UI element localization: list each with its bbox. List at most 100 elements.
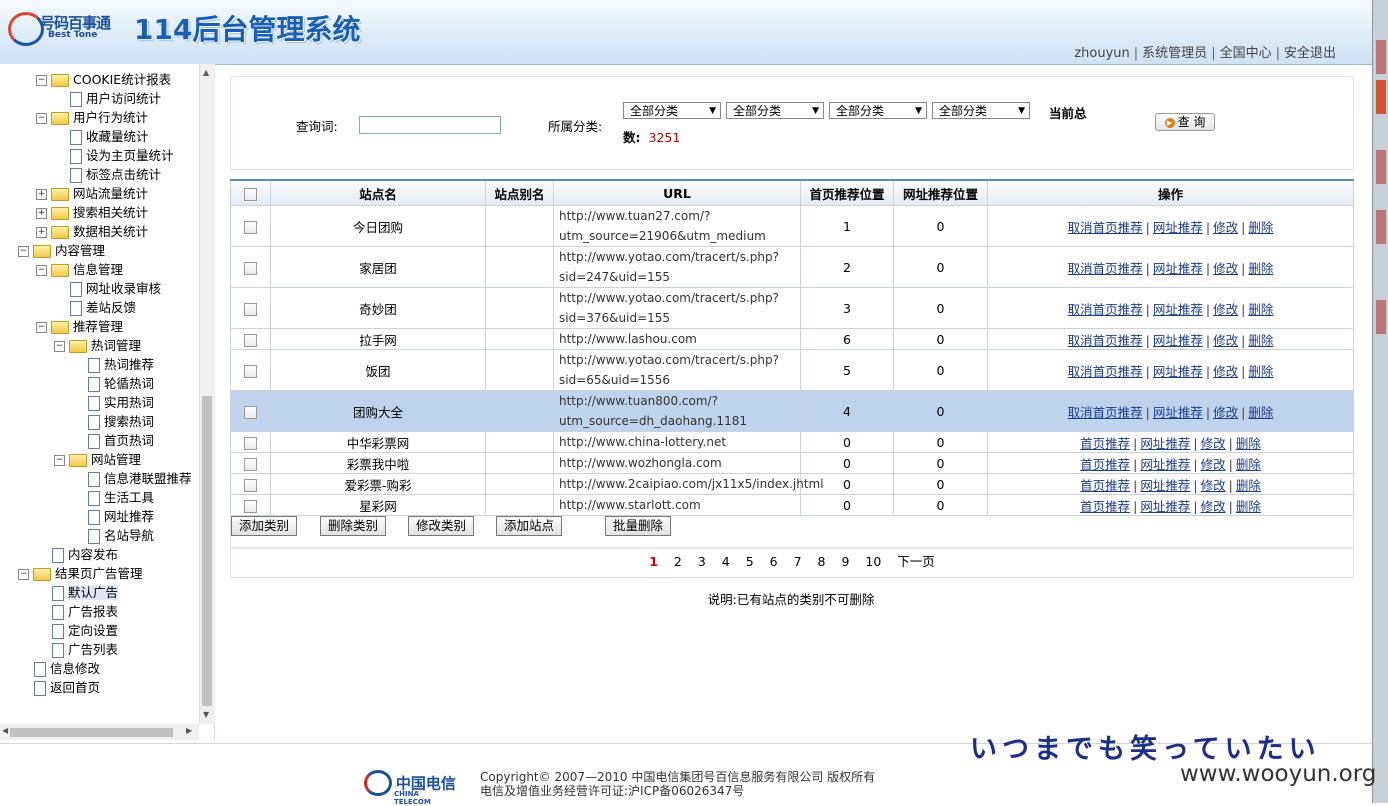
home-recommend-link[interactable]: 首页推荐 (1080, 478, 1130, 493)
home-recommend-link[interactable]: 取消首页推荐 (1068, 333, 1143, 348)
edit-link[interactable]: 修改 (1201, 436, 1226, 451)
next-page-link[interactable]: 下一页 (897, 554, 935, 569)
logout-link[interactable]: 安全退出 (1284, 46, 1336, 61)
query-button[interactable]: ▶ 查 询 (1155, 113, 1215, 131)
page-4[interactable]: 4 (722, 554, 730, 569)
delete-link[interactable]: 删除 (1248, 333, 1273, 348)
page-6[interactable]: 6 (770, 554, 778, 569)
tree-node-targeting[interactable]: 定向设置 (52, 621, 118, 640)
tree-node-famous-sites[interactable]: 名站导航 (88, 526, 154, 545)
row-select-cell[interactable] (230, 287, 271, 329)
tree-node-hotword-mgmt[interactable]: − 热词管理 (54, 336, 141, 355)
home-recommend-link[interactable]: 取消首页推荐 (1068, 261, 1143, 276)
row-select-cell[interactable] (230, 328, 271, 350)
row-checkbox[interactable] (244, 478, 257, 492)
tree-node-hotword-recommend[interactable]: 热词推荐 (88, 355, 154, 374)
tree-node-site-mgmt[interactable]: − 网站管理 (54, 450, 141, 469)
url-recommend-link[interactable]: 网址推荐 (1140, 436, 1190, 451)
row-select-cell[interactable] (230, 246, 271, 288)
url-recommend-link[interactable]: 网址推荐 (1153, 220, 1203, 235)
url-recommend-link[interactable]: 网址推荐 (1140, 499, 1190, 514)
row-checkbox[interactable] (244, 457, 257, 471)
delete-link[interactable]: 删除 (1248, 364, 1273, 379)
url-recommend-link[interactable]: 网址推荐 (1140, 478, 1190, 493)
tree-node-bad-site-feedback[interactable]: 差站反馈 (70, 298, 136, 317)
tree-node-tag-click[interactable]: 标签点击统计 (70, 165, 161, 184)
edit-link[interactable]: 修改 (1213, 405, 1238, 420)
page-5[interactable]: 5 (746, 554, 754, 569)
edit-link[interactable]: 修改 (1213, 302, 1238, 317)
home-recommend-link[interactable]: 取消首页推荐 (1068, 364, 1143, 379)
delete-link[interactable]: 删除 (1248, 261, 1273, 276)
tree-node-recommend-mgmt[interactable]: − 推荐管理 (36, 317, 123, 336)
tree-node-ad-list[interactable]: 广告列表 (52, 640, 118, 659)
tree-node-practical-hotword[interactable]: 实用热词 (88, 393, 154, 412)
row-checkbox[interactable] (244, 261, 257, 275)
tree-node-search-stats[interactable]: + 搜索相关统计 (36, 203, 148, 222)
tree-node-info-edit[interactable]: 信息修改 (34, 659, 100, 678)
row-checkbox[interactable] (244, 499, 257, 513)
row-select-cell[interactable] (230, 390, 271, 432)
page-8[interactable]: 8 (818, 554, 826, 569)
row-select-cell[interactable] (230, 473, 271, 495)
select-all-cell[interactable] (230, 179, 271, 206)
page-10[interactable]: 10 (865, 554, 881, 569)
home-recommend-link[interactable]: 首页推荐 (1080, 499, 1130, 514)
scroll-down-arrow-icon[interactable]: ▼ (203, 710, 209, 719)
scroll-thumb[interactable] (10, 728, 173, 737)
tree-node-favorites[interactable]: 收藏量统计 (70, 127, 149, 146)
tree-node-life-tools[interactable]: 生活工具 (88, 488, 154, 507)
row-checkbox[interactable] (244, 333, 257, 347)
tree-node-data-stats[interactable]: + 数据相关统计 (36, 222, 148, 241)
add-site-button[interactable]: 添加站点 (496, 516, 563, 536)
page-3[interactable]: 3 (698, 554, 706, 569)
edit-link[interactable]: 修改 (1213, 364, 1238, 379)
home-recommend-link[interactable]: 取消首页推荐 (1068, 302, 1143, 317)
tree-node-search-hotword[interactable]: 搜索热词 (88, 412, 154, 431)
tree-node-user-visit[interactable]: 用户访问统计 (70, 89, 161, 108)
page-9[interactable]: 9 (841, 554, 849, 569)
add-category-button[interactable]: 添加类别 (231, 516, 298, 536)
tree-node-homepage-set[interactable]: 设为主页量统计 (70, 146, 174, 165)
category-select-1[interactable]: 全部分类 ▼ (623, 102, 721, 119)
delete-link[interactable]: 删除 (1248, 220, 1273, 235)
tree-node-rotating-hotword[interactable]: 轮循热词 (88, 374, 154, 393)
edit-link[interactable]: 修改 (1201, 499, 1226, 514)
delete-link[interactable]: 删除 (1248, 302, 1273, 317)
edit-link[interactable]: 修改 (1213, 220, 1238, 235)
url-recommend-link[interactable]: 网址推荐 (1153, 333, 1203, 348)
page-7[interactable]: 7 (794, 554, 802, 569)
row-checkbox[interactable] (244, 364, 257, 378)
tree-node-site-traffic[interactable]: + 网站流量统计 (36, 184, 148, 203)
row-select-cell[interactable] (230, 452, 271, 474)
tree-node-result-ad-mgmt[interactable]: − 结果页广告管理 (18, 564, 143, 583)
category-select-2[interactable]: 全部分类 ▼ (726, 102, 824, 119)
category-select-3[interactable]: 全部分类 ▼ (829, 102, 927, 119)
home-recommend-link[interactable]: 首页推荐 (1080, 436, 1130, 451)
keyword-input[interactable] (359, 116, 501, 134)
url-recommend-link[interactable]: 网址推荐 (1153, 405, 1203, 420)
delete-link[interactable]: 删除 (1236, 478, 1261, 493)
row-checkbox[interactable] (244, 436, 257, 450)
edit-link[interactable]: 修改 (1201, 478, 1226, 493)
delete-category-button[interactable]: 删除类别 (320, 516, 387, 536)
delete-link[interactable]: 删除 (1248, 405, 1273, 420)
tree-node-ad-report[interactable]: 广告报表 (52, 602, 118, 621)
scroll-left-arrow-icon[interactable]: ◀ (2, 726, 8, 735)
tree-node-content-mgmt[interactable]: − 内容管理 (18, 241, 105, 260)
row-select-cell[interactable] (230, 431, 271, 453)
url-recommend-link[interactable]: 网址推荐 (1153, 302, 1203, 317)
url-recommend-link[interactable]: 网址推荐 (1140, 457, 1190, 472)
home-recommend-link[interactable]: 取消首页推荐 (1068, 405, 1143, 420)
delete-link[interactable]: 删除 (1236, 499, 1261, 514)
tree-node-back-home[interactable]: 返回首页 (34, 678, 100, 697)
tree-node-content-publish[interactable]: 内容发布 (52, 545, 118, 564)
tree-node-home-hotword[interactable]: 首页热词 (88, 431, 154, 450)
tree-node-cookie-report[interactable]: − COOKIE统计报表 (36, 70, 171, 89)
edit-link[interactable]: 修改 (1213, 261, 1238, 276)
scroll-thumb[interactable] (202, 396, 212, 706)
category-select-4[interactable]: 全部分类 ▼ (932, 102, 1030, 119)
home-recommend-link[interactable]: 首页推荐 (1080, 457, 1130, 472)
row-checkbox[interactable] (244, 302, 257, 316)
batch-delete-button[interactable]: 批量删除 (605, 516, 672, 536)
